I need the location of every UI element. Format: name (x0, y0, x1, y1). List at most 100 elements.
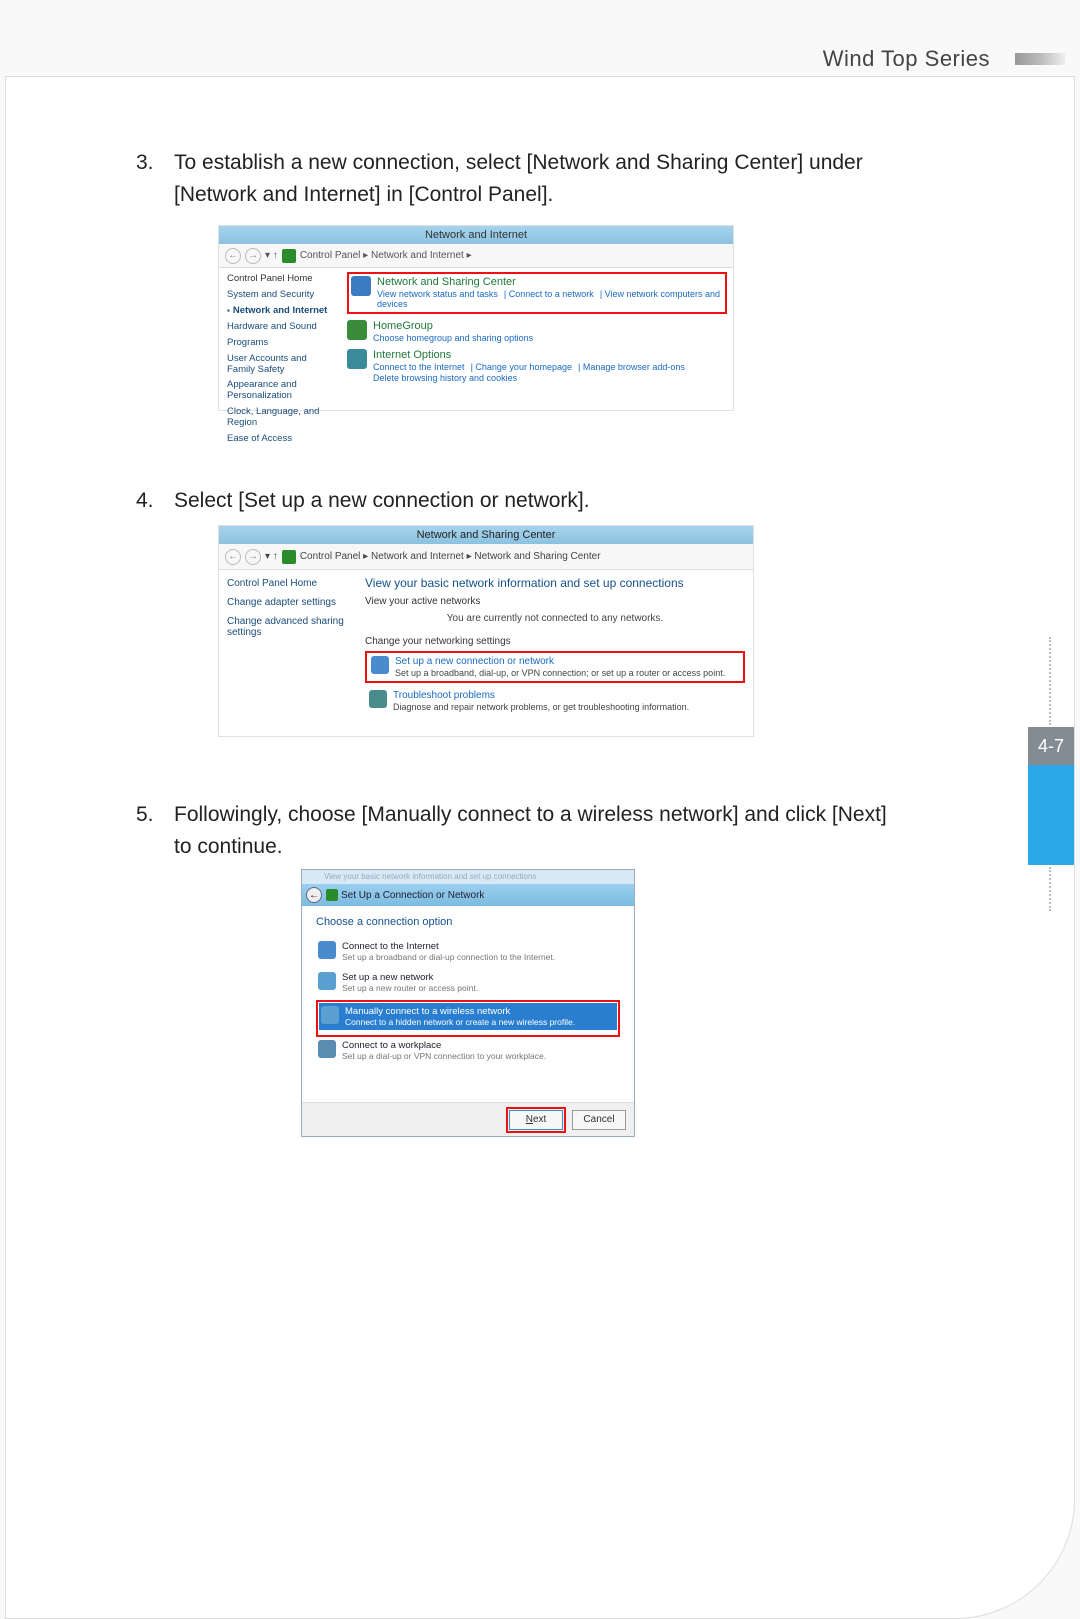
s1-cat3-l3[interactable]: Manage browser add-ons (583, 362, 685, 372)
s1-cat-internet-options[interactable]: Internet Options Connect to the Internet… (347, 349, 727, 383)
s2-opt-troubleshoot[interactable]: Troubleshoot problems Diagnose and repai… (365, 687, 745, 715)
screenshot-sharing-center: Network and Sharing Center ← → ▾ ↑ Contr… (218, 525, 754, 737)
forward-icon[interactable]: → (245, 549, 261, 565)
s2-opt-new-connection[interactable]: Set up a new connection or network Set u… (365, 651, 745, 683)
s2-sub1: View your active networks (365, 596, 745, 607)
s1-cat1-l1[interactable]: View network status and tasks (377, 289, 498, 299)
s3-title: Set Up a Connection or Network (341, 890, 484, 901)
cp-icon (282, 249, 296, 263)
s1-side-users[interactable]: User Accounts and Family Safety (227, 354, 333, 376)
wiz-opt-workplace[interactable]: Connect to a workplace Set up a dial-up … (316, 1037, 620, 1064)
s1-side-appearance[interactable]: Appearance and Personalization (227, 380, 333, 402)
step-3-text: 3. To establish a new connection, select… (174, 147, 894, 210)
up-icon[interactable]: ▾ ↑ (265, 551, 278, 562)
s1-side-network[interactable]: Network and Internet (227, 306, 333, 317)
network-sharing-icon (351, 276, 371, 296)
s1-cat2-title[interactable]: HomeGroup (373, 320, 727, 332)
s1-cat-network-sharing[interactable]: Network and Sharing Center View network … (347, 272, 727, 314)
back-icon[interactable]: ← (225, 549, 241, 565)
s2-breadcrumb[interactable]: Control Panel ▸ Network and Internet ▸ N… (300, 551, 601, 562)
s1-sidebar: Control Panel Home System and Security N… (219, 268, 341, 412)
s2-side-home[interactable]: Control Panel Home (227, 578, 349, 589)
wiz-opt-manual-highlight: Manually connect to a wireless network C… (316, 1000, 620, 1037)
s2-heading: View your basic network information and … (365, 576, 745, 590)
s2-side-adapter[interactable]: Change adapter settings (227, 597, 349, 608)
s1-cat3-l4[interactable]: Delete browsing history and cookies (373, 373, 517, 383)
s2-opt1-title: Set up a new connection or network (395, 656, 725, 667)
wiz-opt-manual-wireless[interactable]: Manually connect to a wireless network C… (319, 1003, 617, 1030)
s1-side-home[interactable]: Control Panel Home (227, 274, 333, 285)
step-3-body: To establish a new connection, select [N… (174, 151, 863, 206)
s1-title-bar: Network and Internet (219, 226, 733, 244)
wiz-opt-internet[interactable]: Connect to the Internet Set up a broadba… (316, 938, 620, 965)
s2-main: View your basic network information and … (357, 570, 753, 725)
s2-opt2-desc: Diagnose and repair network problems, or… (393, 702, 689, 712)
s3-footer: NNextext Cancel (302, 1102, 634, 1136)
s1-cat1-title[interactable]: Network and Sharing Center (377, 276, 723, 288)
s2-not-connected: You are currently not connected to any n… (365, 609, 745, 632)
s1-side-ease[interactable]: Ease of Access (227, 434, 333, 445)
s1-side-clock[interactable]: Clock, Language, and Region (227, 407, 333, 429)
s1-cat1-l2[interactable]: Connect to a network (509, 289, 594, 299)
next-button-highlight: NNextext (506, 1107, 566, 1133)
workplace-icon (318, 1040, 336, 1058)
wizard-back-icon[interactable]: ← (306, 887, 322, 903)
wiz-opt1-desc: Set up a broadband or dial-up connection… (342, 952, 555, 962)
wiz-opt2-title: Set up a new network (342, 972, 478, 983)
s2-opt1-desc: Set up a broadband, dial-up, or VPN conn… (395, 668, 725, 678)
dotted-line-bottom (1049, 867, 1051, 911)
next-button[interactable]: NNextext (509, 1110, 563, 1130)
s1-nav-bar: ← → ▾ ↑ Control Panel ▸ Network and Inte… (219, 244, 733, 268)
wizard-shield-icon (326, 889, 338, 901)
header-decor-bar (1015, 53, 1065, 65)
screenshot-wizard: View your basic network information and … (301, 869, 635, 1137)
up-icon[interactable]: ▾ ↑ (265, 250, 278, 261)
header-series: Wind Top Series (823, 46, 990, 72)
s2-sidebar: Control Panel Home Change adapter settin… (219, 570, 357, 725)
page-body: 4-7 3. To establish a new connection, se… (5, 76, 1075, 1619)
homegroup-icon (347, 320, 367, 340)
s2-title-bar: Network and Sharing Center (219, 526, 753, 544)
back-icon[interactable]: ← (225, 248, 241, 264)
step-3-number: 3. (136, 147, 154, 179)
s1-cat-homegroup[interactable]: HomeGroup Choose homegroup and sharing o… (347, 320, 727, 343)
s1-breadcrumb[interactable]: Control Panel ▸ Network and Internet ▸ (300, 250, 472, 261)
s1-cat3-title[interactable]: Internet Options (373, 349, 727, 361)
router-icon (318, 972, 336, 990)
wiz-opt1-title: Connect to the Internet (342, 941, 555, 952)
troubleshoot-icon (369, 690, 387, 708)
s3-body: Choose a connection option Connect to th… (302, 906, 634, 1102)
wiz-opt-new-network[interactable]: Set up a new network Set up a new router… (316, 969, 620, 996)
s1-main: Network and Sharing Center View network … (341, 268, 733, 412)
forward-icon[interactable]: → (245, 248, 261, 264)
wiz-opt4-title: Connect to a workplace (342, 1040, 546, 1051)
s1-cat2-l1[interactable]: Choose homegroup and sharing options (373, 333, 533, 343)
step-4-number: 4. (136, 485, 154, 517)
s2-nav-bar: ← → ▾ ↑ Control Panel ▸ Network and Inte… (219, 544, 753, 570)
cp-icon (282, 550, 296, 564)
new-connection-icon (371, 656, 389, 674)
step-5-body: Followingly, choose [Manually connect to… (174, 803, 887, 858)
s1-side-programs[interactable]: Programs (227, 338, 333, 349)
s1-side-system[interactable]: System and Security (227, 290, 333, 301)
s3-heading: Choose a connection option (316, 916, 620, 928)
s3-backdrop-text: View your basic network information and … (302, 870, 634, 884)
s1-cat3-l2[interactable]: Change your homepage (475, 362, 572, 372)
s2-side-advanced[interactable]: Change advanced sharing settings (227, 616, 349, 638)
screenshot-control-panel: Network and Internet ← → ▾ ↑ Control Pan… (218, 225, 734, 411)
globe-icon (318, 941, 336, 959)
dotted-line-top (1049, 637, 1051, 725)
wireless-icon (321, 1006, 339, 1024)
step-5-text: 5. Followingly, choose [Manually connect… (174, 799, 894, 862)
s1-cat3-l1[interactable]: Connect to the Internet (373, 362, 465, 372)
step-4-text: 4. Select [Set up a new connection or ne… (174, 485, 894, 517)
wiz-opt3-desc: Connect to a hidden network or create a … (345, 1017, 575, 1027)
internet-options-icon (347, 349, 367, 369)
page-side-color (1028, 765, 1074, 865)
step-5-number: 5. (136, 799, 154, 831)
cancel-button[interactable]: Cancel (572, 1110, 626, 1130)
s1-side-hardware[interactable]: Hardware and Sound (227, 322, 333, 333)
wiz-opt2-desc: Set up a new router or access point. (342, 983, 478, 993)
page-number-tab: 4-7 (1028, 727, 1074, 765)
wiz-opt3-title: Manually connect to a wireless network (345, 1006, 575, 1017)
